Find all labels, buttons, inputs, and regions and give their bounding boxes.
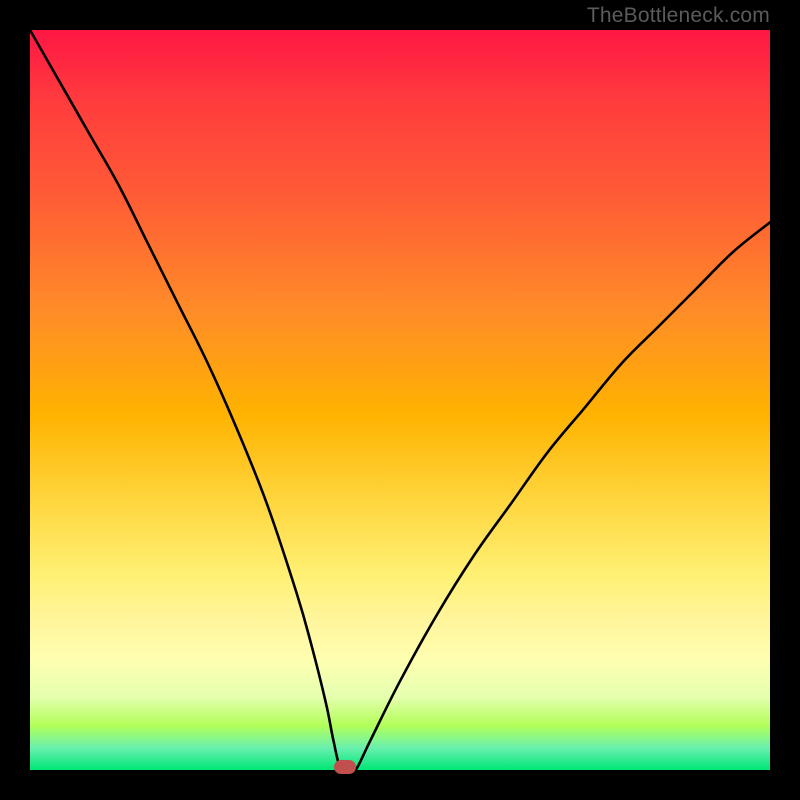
plot-area <box>30 30 770 770</box>
bottleneck-marker <box>334 760 356 774</box>
bottleneck-curve <box>30 30 770 770</box>
watermark-text: TheBottleneck.com <box>587 4 770 28</box>
chart-frame: TheBottleneck.com <box>0 0 800 800</box>
